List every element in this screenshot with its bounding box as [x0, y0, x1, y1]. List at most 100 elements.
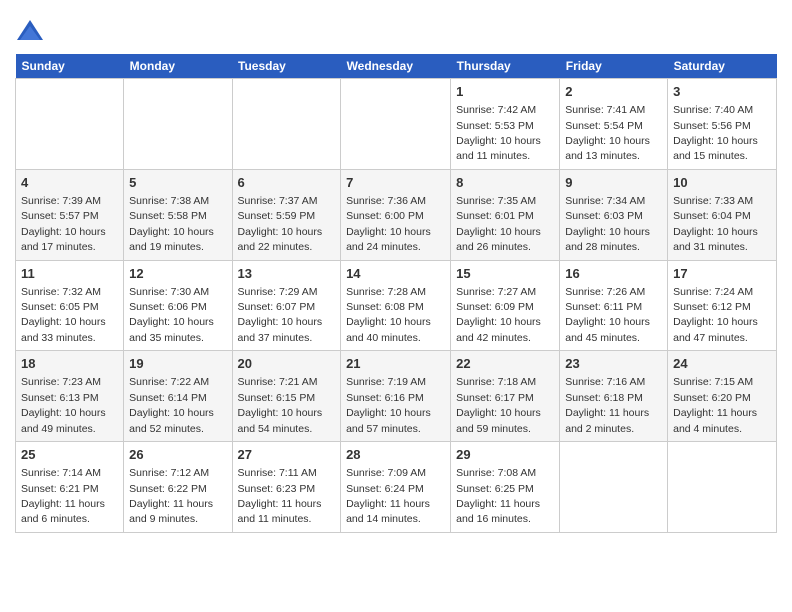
day-number: 28	[346, 446, 445, 464]
day-number: 10	[673, 174, 771, 192]
calendar-cell-w4d5	[560, 442, 668, 533]
calendar-cell-w2d4: 15 Sunrise: 7:27 AM Sunset: 6:09 PM Dayli…	[451, 260, 560, 351]
day-info: Sunrise: 7:22 AM Sunset: 6:14 PM Dayligh…	[129, 376, 214, 434]
weekday-header-sunday: Sunday	[16, 54, 124, 79]
calendar-cell-w3d2: 20 Sunrise: 7:21 AM Sunset: 6:15 PM Dayli…	[232, 351, 341, 442]
day-info: Sunrise: 7:37 AM Sunset: 5:59 PM Dayligh…	[238, 195, 323, 253]
day-info: Sunrise: 7:35 AM Sunset: 6:01 PM Dayligh…	[456, 195, 541, 253]
day-number: 29	[456, 446, 554, 464]
calendar-cell-w4d0: 25 Sunrise: 7:14 AM Sunset: 6:21 PM Dayli…	[16, 442, 124, 533]
day-info: Sunrise: 7:23 AM Sunset: 6:13 PM Dayligh…	[21, 376, 106, 434]
day-info: Sunrise: 7:30 AM Sunset: 6:06 PM Dayligh…	[129, 286, 214, 344]
day-number: 20	[238, 355, 336, 373]
logo-icon	[15, 18, 45, 46]
calendar-cell-w3d0: 18 Sunrise: 7:23 AM Sunset: 6:13 PM Dayli…	[16, 351, 124, 442]
weekday-header-wednesday: Wednesday	[341, 54, 451, 79]
day-number: 27	[238, 446, 336, 464]
calendar-cell-w0d3	[341, 79, 451, 170]
day-info: Sunrise: 7:11 AM Sunset: 6:23 PM Dayligh…	[238, 467, 322, 525]
calendar-cell-w1d4: 8 Sunrise: 7:35 AM Sunset: 6:01 PM Daylig…	[451, 169, 560, 260]
day-number: 14	[346, 265, 445, 283]
day-info: Sunrise: 7:39 AM Sunset: 5:57 PM Dayligh…	[21, 195, 106, 253]
calendar-cell-w3d3: 21Sunrise: 7:19 AM Sunset: 6:16 PM Dayli…	[341, 351, 451, 442]
day-number: 19	[129, 355, 226, 373]
calendar-cell-w2d0: 11 Sunrise: 7:32 AM Sunset: 6:05 PM Dayli…	[16, 260, 124, 351]
weekday-header-thursday: Thursday	[451, 54, 560, 79]
calendar-cell-w2d6: 17 Sunrise: 7:24 AM Sunset: 6:12 PM Dayli…	[668, 260, 777, 351]
day-info: Sunrise: 7:08 AM Sunset: 6:25 PM Dayligh…	[456, 467, 540, 525]
calendar-cell-w1d1: 5 Sunrise: 7:38 AM Sunset: 5:58 PM Daylig…	[124, 169, 232, 260]
calendar-cell-w4d4: 29 Sunrise: 7:08 AM Sunset: 6:25 PM Dayli…	[451, 442, 560, 533]
day-info: Sunrise: 7:16 AM Sunset: 6:18 PM Dayligh…	[565, 376, 649, 434]
weekday-header-friday: Friday	[560, 54, 668, 79]
calendar-cell-w2d2: 13 Sunrise: 7:29 AM Sunset: 6:07 PM Dayli…	[232, 260, 341, 351]
calendar-cell-w3d6: 24 Sunrise: 7:15 AM Sunset: 6:20 PM Dayli…	[668, 351, 777, 442]
day-info: Sunrise: 7:40 AM Sunset: 5:56 PM Dayligh…	[673, 104, 758, 162]
day-info: Sunrise: 7:15 AM Sunset: 6:20 PM Dayligh…	[673, 376, 757, 434]
weekday-header-monday: Monday	[124, 54, 232, 79]
calendar-cell-w3d4: 22 Sunrise: 7:18 AM Sunset: 6:17 PM Dayli…	[451, 351, 560, 442]
day-info: Sunrise: 7:24 AM Sunset: 6:12 PM Dayligh…	[673, 286, 758, 344]
day-info: Sunrise: 7:34 AM Sunset: 6:03 PM Dayligh…	[565, 195, 650, 253]
day-number: 7	[346, 174, 445, 192]
day-number: 26	[129, 446, 226, 464]
day-number: 9	[565, 174, 662, 192]
day-number: 13	[238, 265, 336, 283]
day-number: 4	[21, 174, 118, 192]
day-number: 15	[456, 265, 554, 283]
calendar-cell-w0d5: 2 Sunrise: 7:41 AM Sunset: 5:54 PM Daylig…	[560, 79, 668, 170]
calendar-cell-w2d3: 14 Sunrise: 7:28 AM Sunset: 6:08 PM Dayli…	[341, 260, 451, 351]
day-info: Sunrise: 7:42 AM Sunset: 5:53 PM Dayligh…	[456, 104, 541, 162]
weekday-header-saturday: Saturday	[668, 54, 777, 79]
day-info: Sunrise: 7:28 AM Sunset: 6:08 PM Dayligh…	[346, 286, 431, 344]
day-number: 25	[21, 446, 118, 464]
logo	[15, 18, 49, 46]
calendar-cell-w0d0	[16, 79, 124, 170]
day-number: 22	[456, 355, 554, 373]
day-number: 6	[238, 174, 336, 192]
day-info: Sunrise: 7:12 AM Sunset: 6:22 PM Dayligh…	[129, 467, 213, 525]
calendar-cell-w0d6: 3 Sunrise: 7:40 AM Sunset: 5:56 PM Daylig…	[668, 79, 777, 170]
calendar-cell-w1d3: 7 Sunrise: 7:36 AM Sunset: 6:00 PM Daylig…	[341, 169, 451, 260]
day-number: 16	[565, 265, 662, 283]
calendar-cell-w2d1: 12 Sunrise: 7:30 AM Sunset: 6:06 PM Dayli…	[124, 260, 232, 351]
calendar-cell-w4d3: 28 Sunrise: 7:09 AM Sunset: 6:24 PM Dayli…	[341, 442, 451, 533]
day-info: Sunrise: 7:26 AM Sunset: 6:11 PM Dayligh…	[565, 286, 650, 344]
day-info: Sunrise: 7:38 AM Sunset: 5:58 PM Dayligh…	[129, 195, 214, 253]
calendar-cell-w3d5: 23 Sunrise: 7:16 AM Sunset: 6:18 PM Dayli…	[560, 351, 668, 442]
day-number: 8	[456, 174, 554, 192]
day-number: 5	[129, 174, 226, 192]
day-number: 23	[565, 355, 662, 373]
calendar-cell-w4d6	[668, 442, 777, 533]
calendar-cell-w1d0: 4 Sunrise: 7:39 AM Sunset: 5:57 PM Daylig…	[16, 169, 124, 260]
weekday-header-tuesday: Tuesday	[232, 54, 341, 79]
day-number: 11	[21, 265, 118, 283]
day-info: Sunrise: 7:36 AM Sunset: 6:00 PM Dayligh…	[346, 195, 431, 253]
day-info: Sunrise: 7:21 AM Sunset: 6:15 PM Dayligh…	[238, 376, 323, 434]
calendar-table: SundayMondayTuesdayWednesdayThursdayFrid…	[15, 54, 777, 533]
calendar-cell-w0d4: 1Sunrise: 7:42 AM Sunset: 5:53 PM Daylig…	[451, 79, 560, 170]
header	[15, 10, 777, 46]
day-number: 2	[565, 83, 662, 101]
day-info: Sunrise: 7:41 AM Sunset: 5:54 PM Dayligh…	[565, 104, 650, 162]
day-number: 21	[346, 355, 445, 373]
calendar-cell-w1d5: 9 Sunrise: 7:34 AM Sunset: 6:03 PM Daylig…	[560, 169, 668, 260]
day-info: Sunrise: 7:33 AM Sunset: 6:04 PM Dayligh…	[673, 195, 758, 253]
calendar-cell-w0d1	[124, 79, 232, 170]
calendar-cell-w0d2	[232, 79, 341, 170]
day-number: 3	[673, 83, 771, 101]
day-info: Sunrise: 7:29 AM Sunset: 6:07 PM Dayligh…	[238, 286, 323, 344]
calendar-cell-w1d6: 10 Sunrise: 7:33 AM Sunset: 6:04 PM Dayli…	[668, 169, 777, 260]
calendar-cell-w1d2: 6 Sunrise: 7:37 AM Sunset: 5:59 PM Daylig…	[232, 169, 341, 260]
day-number: 24	[673, 355, 771, 373]
day-info: Sunrise: 7:09 AM Sunset: 6:24 PM Dayligh…	[346, 467, 430, 525]
day-info: Sunrise: 7:18 AM Sunset: 6:17 PM Dayligh…	[456, 376, 541, 434]
day-number: 18	[21, 355, 118, 373]
day-info: Sunrise: 7:32 AM Sunset: 6:05 PM Dayligh…	[21, 286, 106, 344]
day-number: 17	[673, 265, 771, 283]
day-number: 12	[129, 265, 226, 283]
day-info: Sunrise: 7:14 AM Sunset: 6:21 PM Dayligh…	[21, 467, 105, 525]
day-info: Sunrise: 7:27 AM Sunset: 6:09 PM Dayligh…	[456, 286, 541, 344]
calendar-cell-w4d2: 27 Sunrise: 7:11 AM Sunset: 6:23 PM Dayli…	[232, 442, 341, 533]
calendar-cell-w2d5: 16 Sunrise: 7:26 AM Sunset: 6:11 PM Dayli…	[560, 260, 668, 351]
